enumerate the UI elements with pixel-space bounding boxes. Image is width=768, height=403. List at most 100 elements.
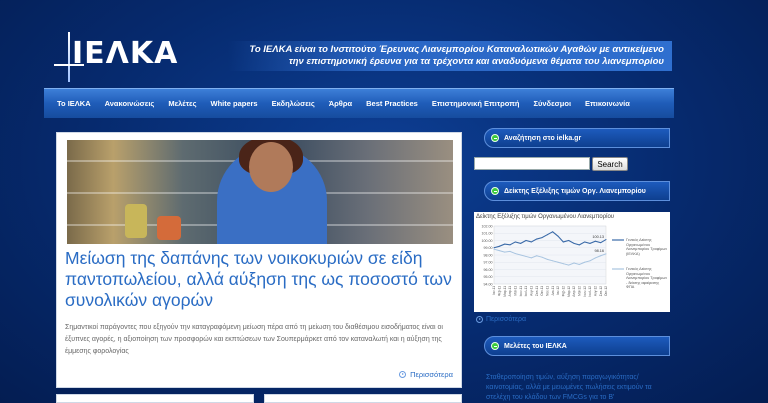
- studies-item-link[interactable]: Σταθεροποίηση τιμών, αύξηση παραγωγικότη…: [486, 373, 670, 403]
- chart-point-series-1: [562, 241, 564, 243]
- main-navigation: Το ΙΕΛΚΑ Ανακοινώσεις Μελέτες White pape…: [44, 88, 674, 118]
- article-card-preview[interactable]: [56, 394, 254, 403]
- logo-cross-vertical: [68, 32, 70, 82]
- chart-point-series-1: [600, 242, 602, 244]
- search-input[interactable]: [474, 157, 590, 170]
- nav-item-contact[interactable]: Επικοινωνία: [578, 99, 637, 108]
- chart-point-series-2: [498, 250, 500, 252]
- chart-x-tick-label: Νοε-11: [545, 286, 549, 296]
- chart-x-tick-label: Δεκ-11: [551, 286, 555, 296]
- chart-point-series-1: [498, 245, 500, 247]
- chart-point-series-1: [578, 244, 580, 246]
- circle-arrow-icon: [476, 316, 483, 323]
- studies-widget-title-label: Μελέτες του ΙΕΛΚΑ: [504, 342, 567, 350]
- chart-x-tick-label: Φεβ-12: [561, 286, 565, 297]
- nav-item-events[interactable]: Εκδηλώσεις: [265, 99, 322, 108]
- chart-y-tick-label: 96.00: [484, 268, 493, 272]
- chart-y-tick-label: 99.00: [484, 246, 493, 250]
- sidebar: Αναζήτηση στο ielka.gr Search Δείκτης Εξ…: [472, 124, 672, 403]
- price-index-widget-title: Δείκτης Εξέλιξης τιμών Οργ. Λιανεμπορίου: [484, 181, 670, 201]
- chart-point-series-2: [594, 257, 596, 259]
- chart-point-series-2: [600, 255, 602, 257]
- chart-point-series-1: [546, 234, 548, 236]
- chart-point-series-2: [514, 253, 516, 255]
- chart-point-series-1: [589, 242, 591, 244]
- chart-x-tick-label: Απρ-12: [572, 286, 576, 297]
- chart-point-series-2: [541, 256, 543, 258]
- chart-point-series-1: [530, 241, 532, 243]
- chart-point-series-2: [546, 258, 548, 260]
- featured-article-headline[interactable]: Μείωση της δαπάνης των νοικοκυριών σε εί…: [65, 248, 457, 311]
- site-logo[interactable]: ΙΕΛΚΑ: [50, 32, 177, 82]
- featured-article-more-link[interactable]: Περισσότερα: [399, 370, 453, 379]
- chart-point-series-2: [605, 253, 607, 255]
- legend-series-2: Γενικός Δείκτης Οργανωμένου Λιανεμπορίου…: [626, 267, 668, 290]
- chart-y-tick-label: 98.00: [484, 253, 493, 257]
- chart-x-tick-label: Σεπ-12: [599, 286, 603, 296]
- product-can: [125, 204, 147, 238]
- chart-point-series-1: [552, 231, 554, 233]
- chart-title: Δείκτης Εξέλιξης τιμών Οργανωμένου Λιανε…: [476, 214, 615, 220]
- chart-x-tick-label: Οκτ-12: [604, 286, 608, 296]
- nav-item-announcements[interactable]: Ανακοινώσεις: [98, 99, 162, 108]
- chart-more-label: Περισσότερα: [486, 316, 527, 323]
- chart-point-series-2: [562, 263, 564, 265]
- chart-point-series-2: [509, 250, 511, 252]
- chart-x-tick-label: Ιουν-12: [583, 286, 587, 297]
- nav-item-scientific-committee[interactable]: Επιστημονική Επιτροπή: [425, 99, 527, 108]
- chart-y-tick-label: 102.00: [482, 224, 493, 228]
- chart-point-series-2: [589, 260, 591, 262]
- chart-point-series-1: [525, 240, 527, 241]
- chart-y-tick-label: 100.00: [482, 239, 493, 243]
- chart-point-series-1: [584, 241, 586, 243]
- nav-item-studies[interactable]: Μελέτες: [161, 99, 203, 108]
- green-plus-icon: [491, 187, 499, 195]
- chart-point-series-2: [568, 264, 570, 266]
- chart-x-tick-label: Μαρ-12: [567, 286, 571, 297]
- studies-widget-title: Μελέτες του ΙΕΛΚΑ: [484, 336, 670, 356]
- green-plus-icon: [491, 134, 499, 142]
- chart-point-series-2: [557, 261, 559, 263]
- next-articles-row: [56, 394, 462, 403]
- chart-point-series-1: [520, 242, 522, 244]
- circle-arrow-icon: [399, 371, 407, 378]
- chart-x-tick-label: Φεβ-11: [497, 286, 501, 296]
- nav-item-white-papers[interactable]: White papers: [204, 99, 265, 108]
- chart-more-link[interactable]: Περισσότερα: [476, 316, 526, 323]
- more-link-label: Περισσότερα: [410, 370, 453, 379]
- chart-point-series-1: [568, 240, 570, 241]
- chart-point-series-1: [509, 244, 511, 246]
- chart-point-series-1: [557, 235, 559, 237]
- chart-point-series-2: [493, 248, 495, 250]
- chart-y-tick-label: 101.00: [482, 232, 493, 236]
- nav-item-links[interactable]: Σύνδεσμοι: [527, 99, 579, 108]
- featured-article-image[interactable]: [67, 140, 453, 244]
- chart-x-tick-label: Απρ-11: [508, 286, 512, 297]
- chart-x-tick-label: Οκτ-11: [540, 286, 544, 296]
- shopper-head: [249, 142, 293, 192]
- chart-x-tick-label: Ιαν-11: [492, 286, 496, 295]
- chart-point-series-2: [584, 261, 586, 263]
- chart-point-series-1: [541, 237, 543, 239]
- chart-x-tick-label: Αυγ-12: [593, 286, 597, 296]
- chart-end-label-series-1: 100.13: [592, 235, 604, 239]
- article-card-preview[interactable]: [264, 394, 462, 403]
- chart-x-tick-label: Αυγ-11: [529, 286, 533, 296]
- chart-point-series-2: [520, 254, 522, 256]
- product-box: [157, 216, 181, 240]
- chart-y-tick-label: 94.00: [484, 282, 493, 286]
- nav-item-articles[interactable]: Άρθρα: [322, 99, 359, 108]
- chart-point-series-1: [605, 239, 607, 241]
- tagline-line-1: Το ΙΕΛΚΑ είναι το Ινστιτούτο Έρευνας Λια…: [249, 44, 664, 55]
- nav-item-best-practices[interactable]: Best Practices: [359, 99, 425, 108]
- tagline-line-2: την επιστημονική έρευνα για τα τρέχοντα …: [288, 56, 664, 67]
- nav-item-about[interactable]: Το ΙΕΛΚΑ: [50, 99, 98, 108]
- chart-point-series-1: [514, 241, 516, 243]
- search-button[interactable]: Search: [592, 157, 628, 171]
- chart-x-tick-label: Μαρ-11: [503, 286, 507, 297]
- chart-x-tick-label: Ιαν-12: [556, 286, 560, 295]
- price-index-chart[interactable]: Δείκτης Εξέλιξης τιμών Οργανωμένου Λιανε…: [474, 212, 670, 312]
- chart-point-series-2: [578, 263, 580, 265]
- chart-point-series-1: [504, 243, 506, 245]
- price-index-chart-svg: 102.00 101.00 100.00 99.00 98.00 97.00 96.00 95…: [482, 224, 624, 297]
